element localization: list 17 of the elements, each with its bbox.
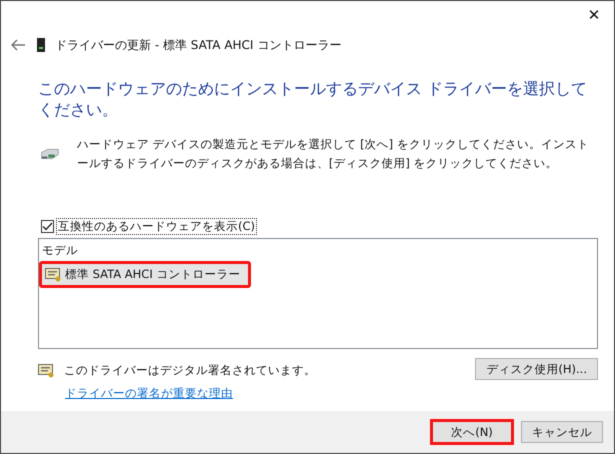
checkbox-label: 互換性のあるハードウェアを表示(C) bbox=[57, 219, 256, 234]
signature-info-link[interactable]: ドライバーの署名が重要な理由 bbox=[65, 386, 316, 401]
column-header: モデル bbox=[41, 243, 78, 258]
footer-button[interactable]: 次へ(N) bbox=[432, 421, 512, 443]
signature-text: このドライバーはデジタル署名されています。 bbox=[64, 363, 316, 378]
close-button[interactable]: ✕ bbox=[574, 1, 614, 29]
have-disk-button[interactable]: ディスク使用(H)... bbox=[475, 358, 598, 380]
device-icon bbox=[37, 38, 45, 52]
footer-button[interactable]: キャンセル bbox=[521, 421, 603, 443]
page-heading: このハードウェアのためにインストールするデバイス ドライバーを選択してください。 bbox=[38, 79, 588, 121]
back-arrow-icon bbox=[11, 39, 25, 51]
compatible-hardware-checkbox[interactable] bbox=[41, 220, 54, 233]
certificate-icon bbox=[38, 364, 54, 378]
description-text: ハードウェア デバイスの製造元とモデルを選択して [次へ] をクリックしてください。インストールするドライバーのディスクがある場合は、[ディスク使用] をクリックしてください。 bbox=[76, 136, 590, 172]
model-list-item[interactable]: 標準 SATA AHCI コントローラー bbox=[39, 261, 252, 288]
window-title: ドライバーの更新 - 標準 SATA AHCI コントローラー bbox=[55, 36, 342, 54]
driver-icon bbox=[45, 268, 61, 282]
